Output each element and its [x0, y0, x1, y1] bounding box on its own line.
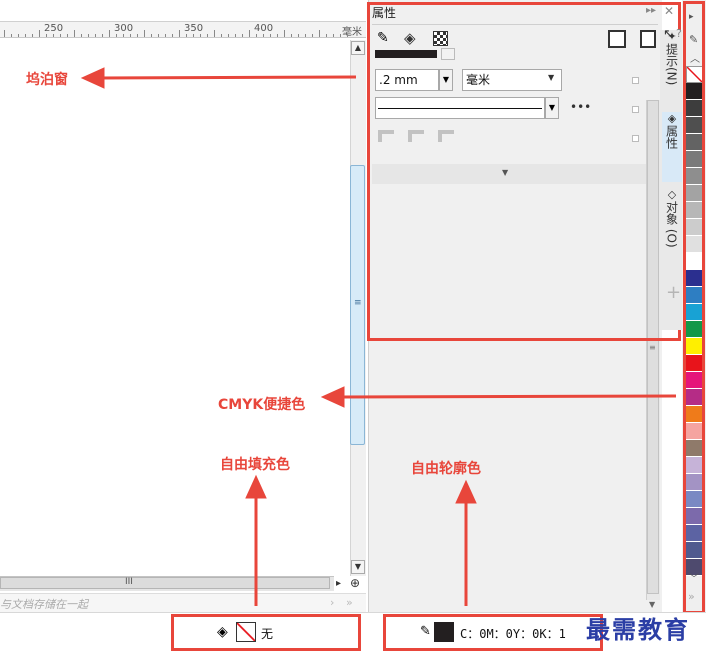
arrowhead: [80, 67, 105, 89]
arrow-to-palette: [341, 394, 677, 399]
annotation-arrows: [80, 67, 677, 606]
arrowhead: [455, 479, 477, 504]
arrowhead: [320, 386, 345, 408]
watermark: 最需教育: [586, 615, 690, 644]
arrowhead: [245, 474, 267, 499]
arrow-to-docker: [99, 75, 357, 80]
